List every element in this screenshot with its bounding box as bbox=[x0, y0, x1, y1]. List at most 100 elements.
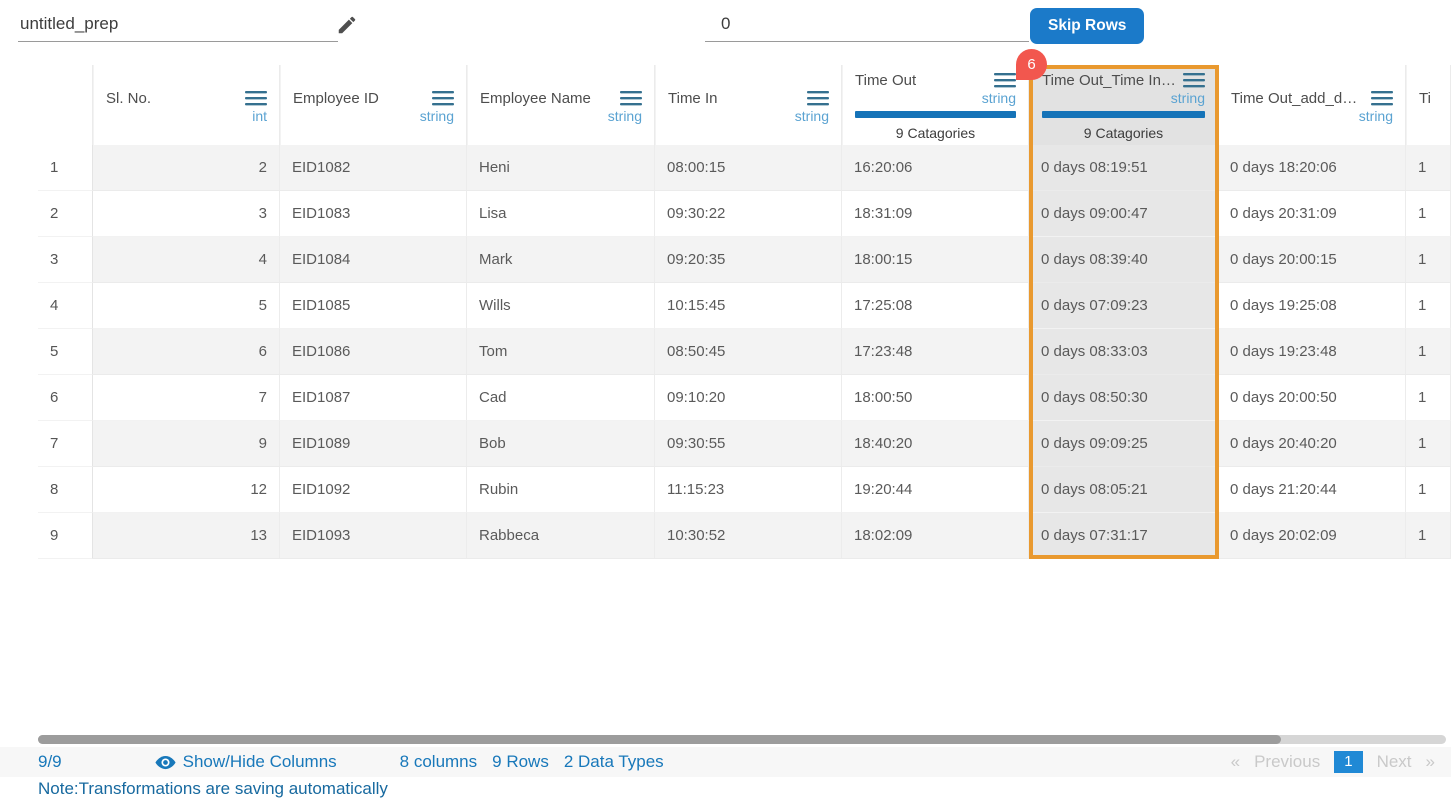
row-index: 7 bbox=[38, 421, 93, 467]
category-distribution-bar bbox=[855, 111, 1016, 118]
table-cell: 0 days 08:39:40 bbox=[1029, 237, 1218, 283]
horizontal-scrollbar-thumb[interactable] bbox=[38, 735, 1281, 744]
skip-rows-button[interactable]: Skip Rows bbox=[1030, 8, 1144, 44]
column-header-top: Sl. No. bbox=[106, 89, 267, 107]
table-cell: 1 bbox=[1406, 329, 1451, 375]
table-cell: 0 days 20:00:15 bbox=[1218, 237, 1406, 283]
next-page-button[interactable]: Next bbox=[1377, 752, 1412, 772]
table-cell: 7 bbox=[93, 375, 280, 421]
table-cell: 08:00:15 bbox=[655, 145, 842, 191]
column-title: Time In bbox=[668, 90, 717, 107]
table-cell: 0 days 07:31:17 bbox=[1029, 513, 1218, 559]
table-cell: 10:30:52 bbox=[655, 513, 842, 559]
table-cell: 1 bbox=[1406, 513, 1451, 559]
column-menu-icon[interactable] bbox=[432, 91, 454, 106]
next-page-arrow[interactable]: » bbox=[1426, 752, 1435, 772]
column-menu-icon[interactable] bbox=[1371, 91, 1393, 106]
category-distribution-bar bbox=[1042, 111, 1205, 118]
table-cell: 18:40:20 bbox=[842, 421, 1029, 467]
transform-count-badge[interactable]: 6 bbox=[1016, 49, 1047, 80]
table-stats: 8 columns 9 Rows 2 Data Types bbox=[400, 752, 664, 772]
table-cell: 09:10:20 bbox=[655, 375, 842, 421]
table-cell: 4 bbox=[93, 237, 280, 283]
column-menu-icon[interactable] bbox=[807, 91, 829, 106]
eye-icon bbox=[155, 752, 176, 773]
column-menu-icon[interactable] bbox=[994, 73, 1016, 88]
table-cell: 18:31:09 bbox=[842, 191, 1029, 237]
column-header-sl-no[interactable]: Sl. No.int bbox=[93, 65, 280, 145]
columns-count-text: 8 columns bbox=[400, 752, 477, 772]
table-cell: 1 bbox=[1406, 237, 1451, 283]
table-cell: Heni bbox=[467, 145, 655, 191]
show-hide-columns-button[interactable]: Show/Hide Columns bbox=[155, 752, 337, 773]
column-type-label bbox=[1419, 108, 1438, 124]
edit-pencil-icon[interactable] bbox=[336, 14, 358, 36]
column-type-label: string bbox=[293, 108, 454, 124]
table-cell: EID1093 bbox=[280, 513, 467, 559]
column-header-time-out-add-dura[interactable]: Time Out_add_dura...string bbox=[1218, 65, 1406, 145]
column-menu-icon[interactable] bbox=[620, 91, 642, 106]
table-cell: Mark bbox=[467, 237, 655, 283]
column-title: Employee Name bbox=[480, 90, 591, 107]
table-cell: EID1089 bbox=[280, 421, 467, 467]
column-header-top: Employee Name bbox=[480, 89, 642, 107]
data-grid: 6 Sl. No.intEmployee IDstringEmployee Na… bbox=[38, 65, 1451, 559]
table-cell: 1 bbox=[1406, 283, 1451, 329]
table-cell: 11:15:23 bbox=[655, 467, 842, 513]
index-column-header bbox=[38, 65, 93, 145]
table-cell: 3 bbox=[93, 191, 280, 237]
table-cell: 0 days 08:33:03 bbox=[1029, 329, 1218, 375]
column-header-employee-name[interactable]: Employee Namestring bbox=[467, 65, 655, 145]
column-header-time-out[interactable]: Time Outstring9 Catagories bbox=[842, 65, 1029, 145]
horizontal-scrollbar-track bbox=[38, 735, 1446, 744]
table-cell: 1 bbox=[1406, 421, 1451, 467]
column-title: Time Out_Time In_... bbox=[1042, 72, 1177, 89]
column-menu-icon[interactable] bbox=[1183, 73, 1205, 88]
table-cell: Tom bbox=[467, 329, 655, 375]
column-type-label: string bbox=[1042, 90, 1205, 106]
table-cell: 0 days 07:09:23 bbox=[1029, 283, 1218, 329]
row-index: 3 bbox=[38, 237, 93, 283]
table-cell: Rubin bbox=[467, 467, 655, 513]
column-header-time-in[interactable]: Time Instring bbox=[655, 65, 842, 145]
table-cell: EID1082 bbox=[280, 145, 467, 191]
table-cell: 0 days 09:09:25 bbox=[1029, 421, 1218, 467]
previous-page-button[interactable]: Previous bbox=[1254, 752, 1320, 772]
table-cell: 6 bbox=[93, 329, 280, 375]
table-cell: 1 bbox=[1406, 145, 1451, 191]
column-header-top: Time In bbox=[668, 89, 829, 107]
row-index: 9 bbox=[38, 513, 93, 559]
table-cell: 17:23:48 bbox=[842, 329, 1029, 375]
prep-name-input[interactable] bbox=[18, 8, 338, 42]
top-bar: Skip Rows bbox=[0, 0, 1451, 65]
table-cell: EID1086 bbox=[280, 329, 467, 375]
table-cell: 2 bbox=[93, 145, 280, 191]
table-cell: 1 bbox=[1406, 375, 1451, 421]
table-cell: EID1092 bbox=[280, 467, 467, 513]
table-cell: 09:20:35 bbox=[655, 237, 842, 283]
skip-rows-input[interactable] bbox=[705, 8, 1029, 42]
table-cell: 0 days 21:20:44 bbox=[1218, 467, 1406, 513]
table-cell: 0 days 20:00:50 bbox=[1218, 375, 1406, 421]
table-cell: 10:15:45 bbox=[655, 283, 842, 329]
table-cell: 0 days 20:02:09 bbox=[1218, 513, 1406, 559]
table-cell: EID1083 bbox=[280, 191, 467, 237]
table-cell: 1 bbox=[1406, 467, 1451, 513]
previous-page-arrow[interactable]: « bbox=[1231, 752, 1240, 772]
column-type-label: string bbox=[855, 90, 1016, 106]
visible-row-count: 9/9 bbox=[38, 752, 62, 772]
column-header-time-out-time-in[interactable]: Time Out_Time In_...string9 Catagories bbox=[1029, 65, 1218, 145]
column-title: Employee ID bbox=[293, 90, 379, 107]
rows-count-text: 9 Rows bbox=[492, 752, 549, 772]
column-menu-icon[interactable] bbox=[245, 91, 267, 106]
table-cell: 1 bbox=[1406, 191, 1451, 237]
column-header-ti[interactable]: Ti bbox=[1406, 65, 1451, 145]
table-cell: 0 days 19:25:08 bbox=[1218, 283, 1406, 329]
table-cell: 08:50:45 bbox=[655, 329, 842, 375]
table-cell: 0 days 18:20:06 bbox=[1218, 145, 1406, 191]
column-header-employee-id[interactable]: Employee IDstring bbox=[280, 65, 467, 145]
table-cell: Cad bbox=[467, 375, 655, 421]
table-cell: 09:30:22 bbox=[655, 191, 842, 237]
current-page-button[interactable]: 1 bbox=[1334, 751, 1362, 773]
column-type-label: string bbox=[1231, 108, 1393, 124]
